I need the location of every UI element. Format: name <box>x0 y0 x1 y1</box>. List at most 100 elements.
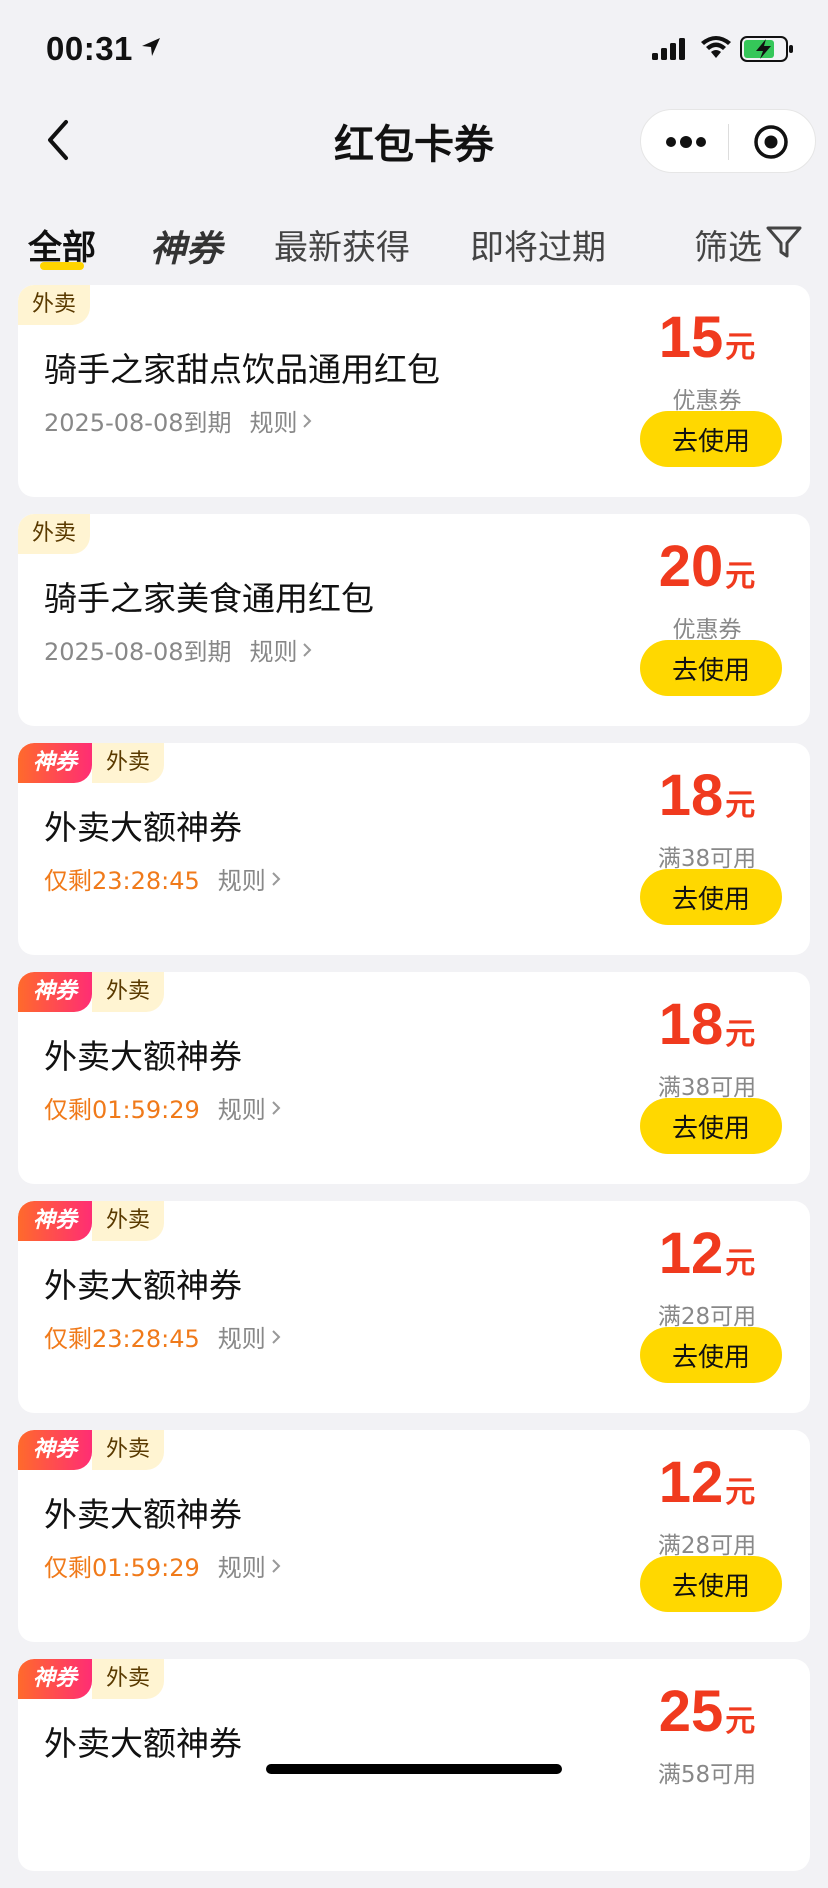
coupon-tags: 外卖 <box>18 285 91 325</box>
more-dots-icon[interactable] <box>665 134 707 150</box>
coupon-tags: 神券 外卖 <box>18 1430 165 1470</box>
tag-waimai: 外卖 <box>92 1201 165 1241</box>
amount-number: 18 <box>658 763 724 828</box>
rule-link[interactable]: 规则 <box>249 403 313 438</box>
coupon-countdown: 仅剩01:59:29 <box>44 1554 200 1582</box>
active-tab-indicator <box>40 262 84 270</box>
rule-label: 规则 <box>249 409 298 437</box>
coupon-title: 外卖大额神券 <box>44 808 242 847</box>
coupon-amount: 15元 <box>632 307 782 379</box>
coupon-countdown: 仅剩01:59:29 <box>44 1096 200 1124</box>
use-button[interactable]: 去使用 <box>640 1556 782 1612</box>
coupon-title: 外卖大额神券 <box>44 1724 242 1763</box>
tag-waimai: 外卖 <box>92 1659 165 1699</box>
amount-unit: 元 <box>725 789 756 822</box>
wifi-icon <box>701 36 731 58</box>
coupon-desc: 满28可用 <box>657 1533 757 1559</box>
amount-unit: 元 <box>725 331 756 364</box>
coupon-amount: 18元 <box>632 765 782 837</box>
coupon-meta: 2025-08-08到期 规则 <box>44 632 313 667</box>
coupon-meta: 2025-08-08到期 规则 <box>44 403 313 438</box>
mini-program-capsule <box>640 109 816 173</box>
chevron-right-icon <box>272 1329 281 1344</box>
coupon-meta: 仅剩23:28:45 规则 <box>44 861 282 896</box>
tag-waimai: 外卖 <box>92 972 165 1012</box>
use-button[interactable]: 去使用 <box>640 869 782 925</box>
chevron-right-icon <box>272 871 281 886</box>
coupon-meta: 仅剩01:59:29 规则 <box>44 1090 282 1125</box>
filter-icon[interactable] <box>764 222 804 262</box>
tag-shenquan: 神券 <box>18 1659 92 1699</box>
rule-label: 规则 <box>217 1554 266 1582</box>
tag-waimai: 外卖 <box>18 285 91 325</box>
use-button[interactable]: 去使用 <box>640 411 782 467</box>
coupon-meta: 仅剩01:59:29 规则 <box>44 1548 282 1583</box>
coupon-desc: 满58可用 <box>657 1762 757 1788</box>
home-indicator[interactable] <box>266 1764 562 1774</box>
coupon-tags: 神券 外卖 <box>18 1201 165 1241</box>
coupon-value: 25元 满58可用 <box>632 1681 782 1789</box>
coupon-tags: 神券 外卖 <box>18 1659 165 1699</box>
rule-link[interactable]: 规则 <box>218 1090 282 1125</box>
coupon-desc: 优惠券 <box>672 388 742 414</box>
amount-number: 15 <box>658 305 724 370</box>
location-arrow-icon <box>142 38 160 56</box>
use-button[interactable]: 去使用 <box>640 1098 782 1154</box>
coupon-desc: 满38可用 <box>657 1075 757 1101</box>
rule-label: 规则 <box>249 638 298 666</box>
rule-link[interactable]: 规则 <box>249 632 313 667</box>
rule-link[interactable]: 规则 <box>218 1319 282 1354</box>
amount-number: 25 <box>658 1679 724 1744</box>
target-icon[interactable] <box>753 124 789 160</box>
coupon-title: 骑手之家甜点饮品通用红包 <box>44 350 440 389</box>
use-button[interactable]: 去使用 <box>640 1327 782 1383</box>
coupon-title: 骑手之家美食通用红包 <box>44 579 374 618</box>
coupon-value: 18元 满38可用 <box>632 994 782 1102</box>
amount-number: 18 <box>658 992 724 1057</box>
amount-unit: 元 <box>725 1476 756 1509</box>
coupon-countdown: 仅剩23:28:45 <box>44 1325 200 1353</box>
coupon-tags: 神券 外卖 <box>18 743 165 783</box>
chevron-right-icon <box>272 1558 281 1573</box>
amount-unit: 元 <box>725 1247 756 1280</box>
coupon-desc: 满38可用 <box>657 846 757 872</box>
coupon-value: 18元 满38可用 <box>632 765 782 873</box>
coupon-value: 12元 满28可用 <box>632 1223 782 1331</box>
coupon-card: 外卖 骑手之家甜点饮品通用红包 2025-08-08到期 规则 15元 优惠券 … <box>18 285 810 497</box>
coupon-countdown: 仅剩23:28:45 <box>44 867 200 895</box>
signal-icon <box>652 38 685 60</box>
coupon-tags: 外卖 <box>18 514 91 554</box>
coupon-card: 神券 外卖 外卖大额神券 仅剩23:28:45 规则 18元 满38可用 去使用 <box>18 743 810 955</box>
chevron-right-icon <box>272 1100 281 1115</box>
tab-latest[interactable]: 最新获得 <box>274 220 410 269</box>
coupon-amount: 20元 <box>632 536 782 608</box>
coupon-amount: 12元 <box>632 1223 782 1295</box>
coupon-tags: 神券 外卖 <box>18 972 165 1012</box>
tab-shenquan[interactable]: 神券 <box>150 220 222 272</box>
amount-unit: 元 <box>725 1018 756 1051</box>
tag-shenquan: 神券 <box>18 743 92 783</box>
tag-shenquan: 神券 <box>18 1430 92 1470</box>
coupon-title: 外卖大额神券 <box>44 1266 242 1305</box>
rule-link[interactable]: 规则 <box>218 861 282 896</box>
chevron-right-icon <box>303 642 312 657</box>
battery-charging-icon <box>740 36 793 62</box>
capsule-divider <box>728 124 729 160</box>
tag-waimai: 外卖 <box>92 1430 165 1470</box>
rule-label: 规则 <box>217 1325 266 1353</box>
rule-link[interactable]: 规则 <box>218 1548 282 1583</box>
coupon-desc: 满28可用 <box>657 1304 757 1330</box>
coupon-card: 神券 外卖 外卖大额神券 仅剩23:28:45 规则 12元 满28可用 去使用 <box>18 1201 810 1413</box>
coupon-card: 外卖 骑手之家美食通用红包 2025-08-08到期 规则 20元 优惠券 去使… <box>18 514 810 726</box>
coupon-desc: 优惠券 <box>672 617 742 643</box>
tab-expiring[interactable]: 即将过期 <box>470 220 606 269</box>
tab-filter[interactable]: 筛选 <box>694 220 762 269</box>
use-button[interactable]: 去使用 <box>640 640 782 696</box>
coupon-meta: 仅剩23:28:45 规则 <box>44 1319 282 1354</box>
chevron-right-icon <box>303 413 312 428</box>
status-bar: 00:31 <box>0 0 828 100</box>
coupon-value: 12元 满28可用 <box>632 1452 782 1560</box>
amount-number: 12 <box>658 1221 724 1286</box>
rule-label: 规则 <box>217 1096 266 1124</box>
coupon-amount: 18元 <box>632 994 782 1066</box>
